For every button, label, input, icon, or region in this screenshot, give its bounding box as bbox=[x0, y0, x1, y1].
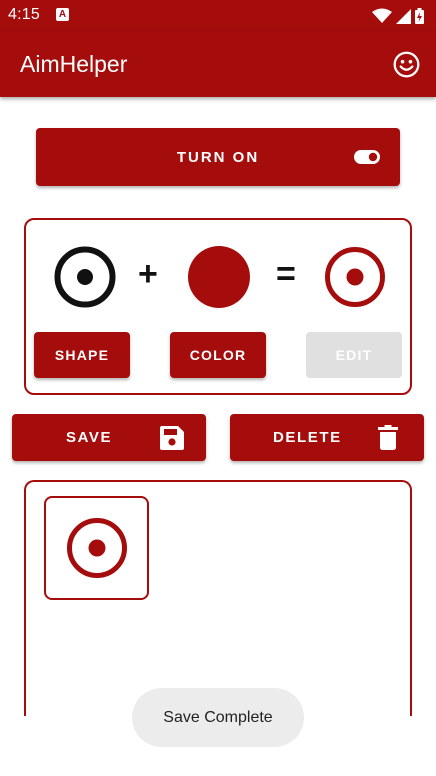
status-time: 4:15 bbox=[8, 6, 40, 23]
equals-sign: = bbox=[276, 255, 296, 293]
cell-signal-icon bbox=[396, 8, 411, 24]
smiley-icon[interactable] bbox=[393, 51, 420, 78]
toggle-icon bbox=[354, 150, 380, 164]
saved-aim-item[interactable] bbox=[44, 496, 149, 600]
battery-icon bbox=[415, 8, 424, 24]
delete-button[interactable]: DELETE bbox=[230, 414, 424, 461]
notification-a-icon: A bbox=[56, 8, 69, 21]
edit-button[interactable]: EDIT bbox=[306, 332, 402, 378]
shape-button[interactable]: SHAPE bbox=[34, 332, 130, 378]
save-button[interactable]: SAVE bbox=[12, 414, 206, 461]
shape-button-label: SHAPE bbox=[54, 347, 110, 363]
status-bar: 4:15 A bbox=[0, 0, 436, 32]
delete-button-label: DELETE bbox=[273, 429, 342, 446]
turn-on-button[interactable]: TURN ON bbox=[36, 128, 400, 186]
aim-mixer-panel: + = SHAPE COLOR EDIT bbox=[24, 218, 412, 395]
saved-crosshair-icon bbox=[66, 518, 127, 578]
trash-icon bbox=[378, 425, 398, 450]
toast-message: Save Complete bbox=[132, 688, 304, 747]
result-preview-icon bbox=[325, 247, 385, 307]
color-button[interactable]: COLOR bbox=[170, 332, 266, 378]
app-bar: AimHelper bbox=[0, 32, 436, 97]
app-title: AimHelper bbox=[20, 51, 128, 77]
status-icons bbox=[372, 6, 424, 26]
app-screen: 4:15 A AimHelper TURN ON + = SHAPE COLOR… bbox=[0, 0, 436, 776]
color-preview-swatch bbox=[188, 246, 250, 308]
color-button-label: COLOR bbox=[189, 347, 247, 363]
wifi-icon bbox=[372, 8, 392, 23]
floppy-disk-icon bbox=[160, 426, 184, 450]
toast-text: Save Complete bbox=[163, 708, 273, 726]
plus-sign: + bbox=[138, 255, 158, 293]
edit-button-label: EDIT bbox=[335, 347, 373, 363]
shape-preview-icon bbox=[54, 246, 116, 308]
turn-on-label: TURN ON bbox=[176, 148, 260, 166]
save-button-label: SAVE bbox=[66, 429, 113, 446]
